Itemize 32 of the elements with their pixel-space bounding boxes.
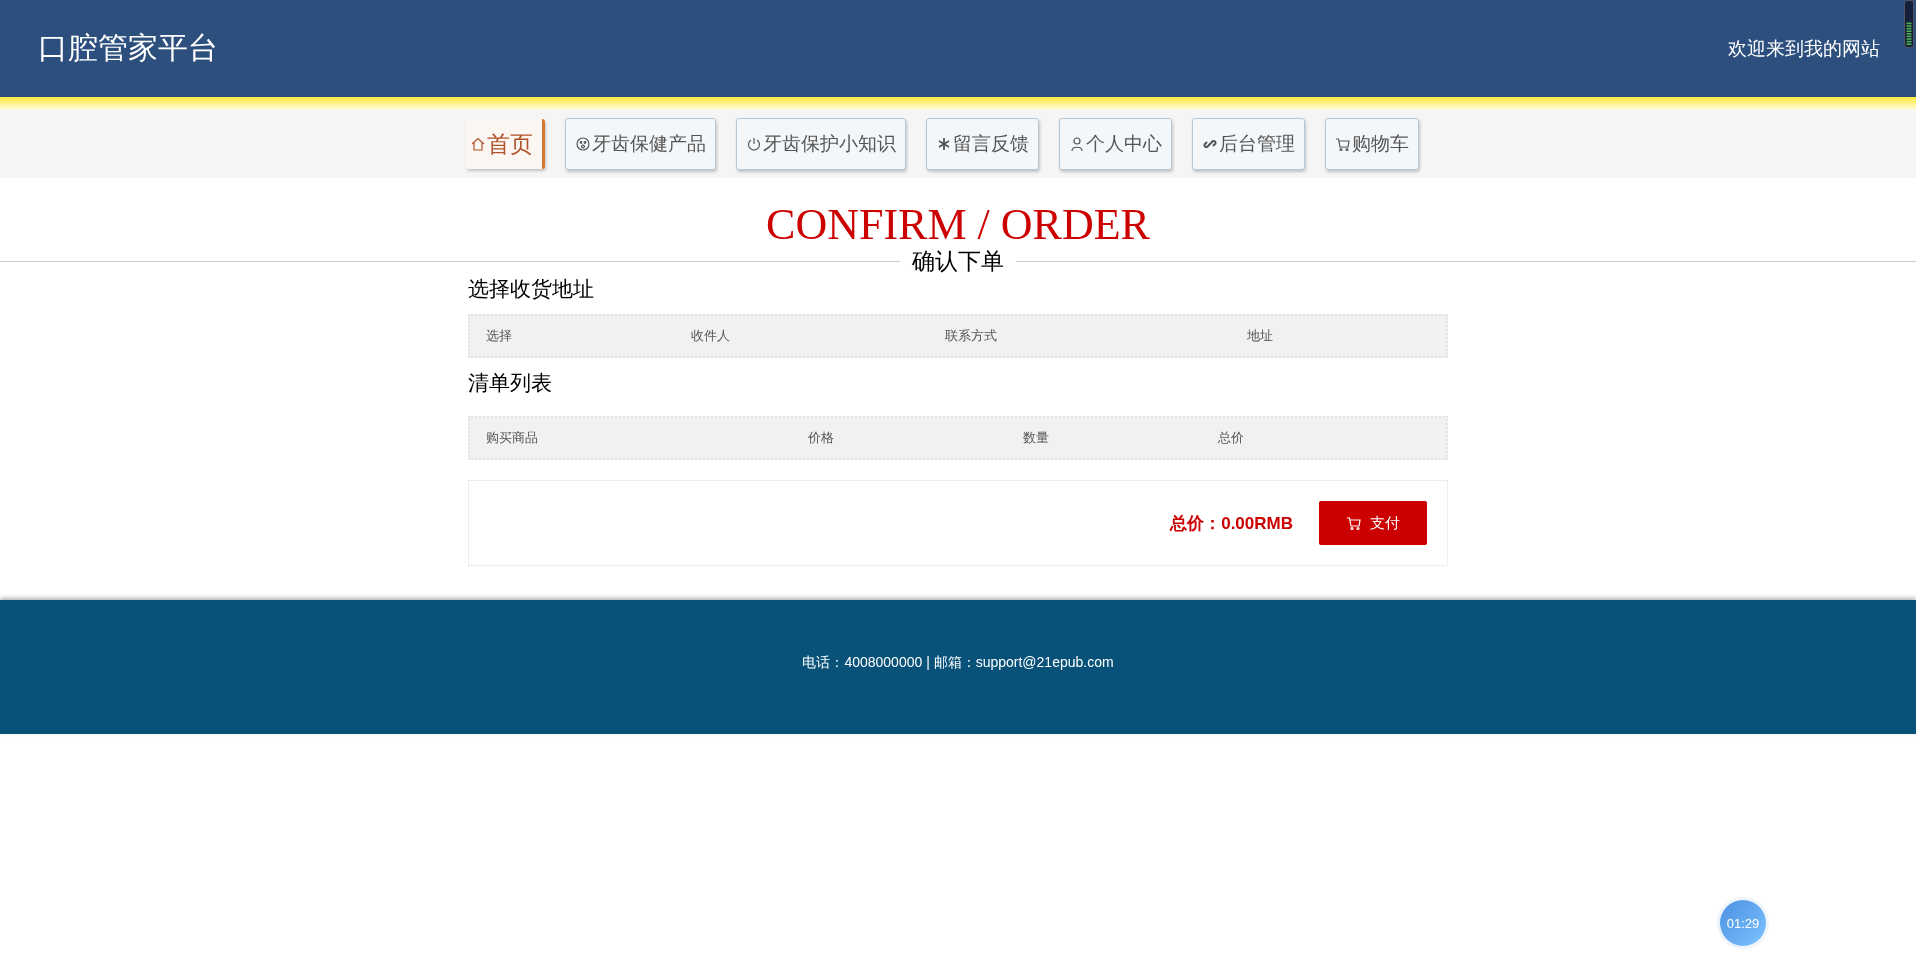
- column-header: 地址: [1247, 328, 1274, 343]
- nav-item[interactable]: 后台管理: [1192, 118, 1305, 170]
- column-header: 总价: [1218, 430, 1244, 445]
- site-title: 口腔管家平台: [38, 30, 218, 66]
- home-icon: [470, 136, 486, 152]
- page-title: CONFIRM / ORDER: [765, 200, 1151, 250]
- nav-item[interactable]: 牙齿保健产品: [565, 118, 716, 170]
- welcome-text: 欢迎来到我的网站: [1728, 36, 1880, 61]
- column-header: 选择: [486, 328, 512, 343]
- pay-button[interactable]: 支付: [1319, 501, 1427, 545]
- section-heading: 清单列表: [468, 370, 553, 396]
- column-header: 购买商品: [486, 430, 538, 445]
- footer-contact: 电话：4008000000 | 邮箱：support@21epub.com: [802, 654, 1114, 672]
- nav-item[interactable]: 个人中心: [1059, 118, 1172, 170]
- nav-item[interactable]: 牙齿保护小知识: [736, 118, 906, 170]
- column-header: 数量: [1022, 430, 1049, 445]
- cart-icon: [1335, 136, 1351, 152]
- nav-item[interactable]: 首页: [466, 119, 545, 169]
- cart-icon: [1346, 515, 1362, 531]
- page-subtitle: 确认下单: [900, 247, 1016, 275]
- face-icon: [575, 136, 591, 152]
- power-icon: [746, 136, 762, 152]
- user-icon: [1069, 136, 1085, 152]
- total-price: 总价：0.00RMB: [1170, 512, 1293, 535]
- nav-item[interactable]: 购物车: [1325, 118, 1419, 170]
- section-heading: 选择收货地址: [468, 276, 595, 302]
- column-header: 价格: [808, 430, 835, 445]
- meter-icon: [1904, 0, 1914, 48]
- snowflake-icon: [936, 136, 952, 152]
- column-header: 收件人: [690, 328, 730, 343]
- nav-item[interactable]: 留言反馈: [926, 118, 1039, 170]
- column-header: 联系方式: [944, 328, 997, 343]
